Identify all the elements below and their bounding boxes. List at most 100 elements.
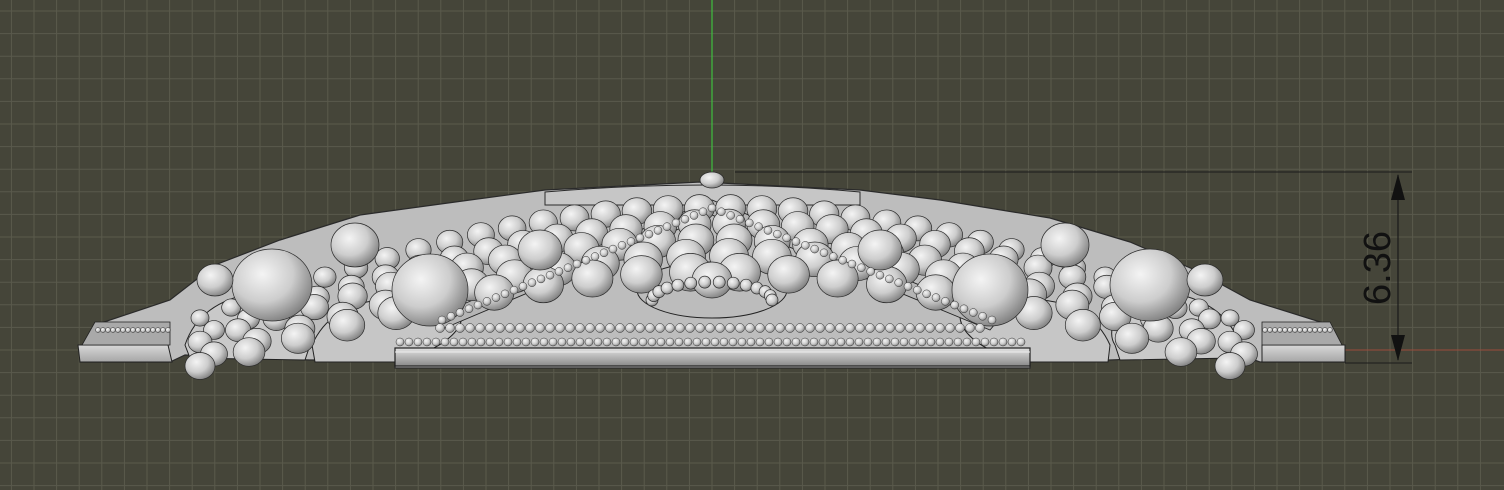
ridge-bead [755,337,765,347]
ridge-bead [782,337,792,347]
ridge-bead [845,337,855,347]
ridge-bead [645,323,655,333]
ridge-bead [941,297,950,306]
ridge-bead [809,337,819,347]
bead [739,278,753,292]
ridge-bead [665,323,675,333]
ridge-bead [1317,327,1323,333]
ridge-bead [935,323,945,333]
ridge-bead [494,337,504,347]
bead [196,263,234,297]
ridge-bead [931,293,941,302]
ridge-bead [635,323,645,333]
bead [329,309,366,342]
ridge-bead [763,226,773,235]
ridge-bead [655,323,665,333]
ridge-bead [599,248,609,258]
ridge-bead [585,323,595,333]
bead [330,222,380,268]
ridge-bead [475,323,485,333]
ridge-bead [611,337,621,347]
ridge-bead [945,323,955,333]
ridge-bead [825,323,835,333]
ridge-bead [575,323,585,333]
ridge-bead [827,337,837,347]
ridge-bead [465,323,475,333]
ridge-bead [1292,327,1298,333]
ridge-bead [755,323,765,333]
ridge-bead [1322,327,1328,333]
ridge-bead [705,323,715,333]
bead [765,293,779,307]
ridge-bead [626,237,636,246]
ridge-bead [455,323,465,333]
bead [712,275,726,289]
ridge-bead [110,327,116,333]
ridge-bead [1282,327,1288,333]
ridge-bead [818,337,828,347]
ridge-bead [836,337,846,347]
ridge-bead [150,327,156,333]
ridge-bead [791,237,801,246]
ridge-bead [745,323,755,333]
ridge-bead [971,337,981,347]
ridge-bead [1277,327,1283,333]
left-end-block [77,344,173,363]
ridge-bead [1312,327,1318,333]
ridge-bead [782,233,791,243]
ridge-bead [440,337,450,347]
left-end-ridges [81,321,171,346]
ridge-bead [717,207,726,216]
ridge-bead [620,337,630,347]
ridge-bead [595,323,605,333]
ridge-bead [701,337,711,347]
ridge-bead [746,337,756,347]
ridge-bead [728,337,738,347]
bead [184,352,216,380]
ridge-bead [100,327,106,333]
ridge-bead [671,218,681,228]
ridge-bead [872,337,882,347]
ridge-bead [656,337,666,347]
ridge-bead [719,337,729,347]
ridge-bead [485,337,495,347]
ridge-bead [437,315,447,325]
bead [767,255,810,294]
ridge-bead [683,337,693,347]
ridge-bead [829,252,838,261]
bead [280,322,316,354]
ridge-bead [726,211,735,220]
bead [684,276,698,290]
ridge-bead [464,304,474,314]
ridge-bead [685,323,695,333]
ridge-bead [674,337,684,347]
ridge-bead [989,337,999,347]
ridge-bead [395,337,405,347]
ridge-bead [955,323,965,333]
ridge-bead [764,337,774,347]
viewport-3d[interactable]: 6.36 [0,0,1504,490]
ridge-bead [899,337,909,347]
ridge-bead [572,259,582,269]
bead [698,275,712,289]
ridge-bead [908,337,918,347]
ridge-bead [125,327,131,333]
ridge-bead [987,315,997,325]
bead [671,278,685,292]
ridge-bead [155,327,161,333]
ridge-bead [915,323,925,333]
ridge-bead [854,337,864,347]
ridge-bead [965,323,975,333]
ridge-bead [545,323,555,333]
ridge-bead [773,337,783,347]
ridge-bead [953,337,963,347]
ridge-bead [449,337,459,347]
ridge-bead [795,323,805,333]
ridge-bead [805,323,815,333]
ridge-bead [495,323,505,333]
top-knob [699,171,725,189]
ridge-bead [707,203,717,213]
ridge-bead [638,337,648,347]
ridge-bead [608,244,618,254]
ridge-bead [745,218,754,228]
